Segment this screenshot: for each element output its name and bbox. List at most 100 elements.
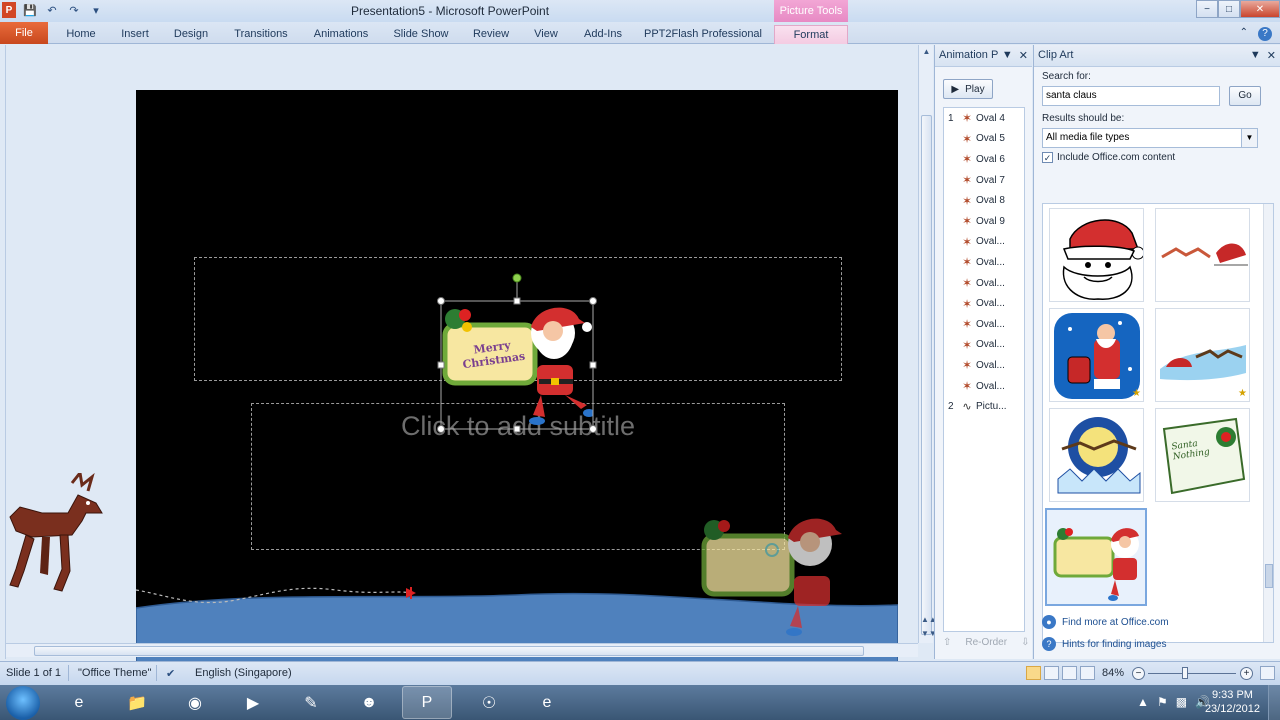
tray-show-hidden-icon[interactable]: ▲ bbox=[1137, 695, 1149, 709]
minimize-button[interactable]: − bbox=[1196, 0, 1218, 18]
move-down-icon[interactable]: ⇩ bbox=[1021, 637, 1029, 648]
taskbar: e 📁 ◉ ▶ ✎ ☻ P ☉ e ▲ ⚑ ▩ 🔊 9:33 PM 23/12/… bbox=[0, 685, 1280, 720]
motion-path-icon: ∿ bbox=[962, 401, 972, 414]
network-icon[interactable]: ▩ bbox=[1176, 695, 1187, 709]
pane-menu-icon[interactable]: ▼ bbox=[1250, 49, 1261, 62]
file-explorer-icon[interactable]: 📁 bbox=[112, 686, 162, 719]
vertical-scroll-thumb[interactable] bbox=[921, 115, 932, 635]
tab-transitions[interactable]: Transitions bbox=[226, 25, 296, 44]
horizontal-scrollbar[interactable] bbox=[6, 643, 918, 657]
clip-result[interactable]: Santa Nothing bbox=[1155, 408, 1250, 502]
horizontal-scroll-thumb[interactable] bbox=[34, 646, 864, 656]
animation-item[interactable]: ✶ Oval 9 bbox=[944, 211, 1024, 232]
tab-view[interactable]: View bbox=[526, 25, 566, 44]
video-app-icon[interactable]: ☉ bbox=[464, 686, 514, 719]
animation-item[interactable]: 2 ∿ Pictu... bbox=[944, 396, 1024, 417]
pane-close-icon[interactable]: ✕ bbox=[1267, 49, 1276, 62]
animation-item[interactable]: ✶ Oval... bbox=[944, 335, 1024, 356]
clip-result[interactable] bbox=[1049, 408, 1144, 502]
animation-item[interactable]: ✶ Oval... bbox=[944, 314, 1024, 335]
ribbon-expand-icon[interactable]: ⌃ bbox=[1240, 27, 1248, 41]
include-office-row[interactable]: ✓ Include Office.com content bbox=[1042, 152, 1175, 163]
slide-show-view-icon[interactable] bbox=[1080, 666, 1095, 680]
move-up-icon[interactable]: ⇧ bbox=[943, 637, 951, 648]
tool-app-icon[interactable]: ✎ bbox=[286, 686, 336, 719]
next-slide-icon[interactable]: ▼▼ bbox=[921, 629, 937, 638]
close-button[interactable]: ✕ bbox=[1240, 0, 1280, 18]
vertical-scrollbar[interactable]: ▲ ▲▲ ▼▼ bbox=[918, 45, 937, 643]
tab-add-ins[interactable]: Add-Ins bbox=[578, 25, 628, 44]
pane-close-icon[interactable]: ✕ bbox=[1019, 49, 1028, 62]
clip-result[interactable] bbox=[1155, 208, 1250, 302]
clip-art-title: Clip Art bbox=[1038, 49, 1074, 61]
tab-review[interactable]: Review bbox=[466, 25, 516, 44]
reindeer-image[interactable] bbox=[2, 473, 114, 597]
tab-design[interactable]: Design bbox=[168, 25, 214, 44]
search-input[interactable]: santa claus bbox=[1042, 86, 1220, 106]
play-button[interactable]: ▶ Play bbox=[943, 79, 993, 99]
animation-item[interactable]: ✶ Oval... bbox=[944, 376, 1024, 397]
animation-item[interactable]: ✶ Oval... bbox=[944, 232, 1024, 253]
spellcheck-icon[interactable]: ✔ bbox=[166, 667, 175, 680]
previous-slide-icon[interactable]: ▲▲ bbox=[921, 615, 937, 624]
pane-menu-icon[interactable]: ▼ bbox=[1002, 49, 1013, 62]
zoom-level[interactable]: 84% bbox=[1102, 667, 1124, 679]
messenger-icon[interactable]: ☻ bbox=[344, 686, 394, 719]
dropdown-arrow-icon[interactable]: ▼ bbox=[1241, 129, 1257, 147]
firefox-icon[interactable]: ◉ bbox=[170, 686, 220, 719]
zoom-out-icon[interactable]: − bbox=[1132, 667, 1145, 680]
star-effect-icon: ✶ bbox=[961, 111, 973, 126]
find-more-link[interactable]: ● Find more at Office.com bbox=[1042, 615, 1169, 629]
include-office-checkbox[interactable]: ✓ bbox=[1042, 152, 1053, 163]
animation-item[interactable]: ✶ Oval 7 bbox=[944, 170, 1024, 191]
clip-result-selected[interactable] bbox=[1045, 508, 1147, 606]
start-button[interactable] bbox=[6, 686, 40, 720]
theme-indicator[interactable]: "Office Theme" bbox=[78, 667, 151, 679]
zoom-slider-thumb[interactable] bbox=[1182, 667, 1188, 679]
hints-link[interactable]: ? Hints for finding images bbox=[1042, 637, 1167, 651]
powerpoint-taskbar-icon[interactable]: P bbox=[402, 686, 452, 719]
animation-item-label: Oval... bbox=[976, 236, 1005, 248]
fit-to-window-icon[interactable] bbox=[1260, 666, 1275, 680]
hints-label: Hints for finding images bbox=[1062, 638, 1167, 650]
scroll-up-icon[interactable]: ▲ bbox=[921, 47, 932, 56]
media-type-select[interactable]: All media file types ▼ bbox=[1042, 128, 1258, 148]
animation-item[interactable]: ✶ Oval... bbox=[944, 252, 1024, 273]
animation-item[interactable]: ✶ Oval 5 bbox=[944, 129, 1024, 150]
results-scrollbar[interactable] bbox=[1263, 204, 1273, 642]
tab-home[interactable]: Home bbox=[60, 25, 102, 44]
internet-explorer-2-icon[interactable]: e bbox=[522, 686, 572, 719]
animation-item[interactable]: ✶ Oval... bbox=[944, 355, 1024, 376]
tab-slide-show[interactable]: Slide Show bbox=[388, 25, 454, 44]
tab-ppt2flash[interactable]: PPT2Flash Professional bbox=[640, 25, 766, 44]
tab-file[interactable]: File bbox=[0, 22, 48, 44]
maximize-button[interactable]: □ bbox=[1218, 0, 1240, 18]
help-icon[interactable]: ? bbox=[1258, 27, 1272, 41]
zoom-slider-track[interactable] bbox=[1148, 673, 1236, 674]
animation-item[interactable]: ✶ Oval 8 bbox=[944, 190, 1024, 211]
normal-view-icon[interactable] bbox=[1026, 666, 1041, 680]
clock[interactable]: 9:33 PM 23/12/2012 bbox=[1205, 688, 1260, 716]
animation-item[interactable]: ✶ Oval 6 bbox=[944, 149, 1024, 170]
go-button[interactable]: Go bbox=[1229, 86, 1261, 106]
reading-view-icon[interactable] bbox=[1062, 666, 1077, 680]
show-desktop-button[interactable] bbox=[1268, 685, 1280, 720]
language-indicator[interactable]: English (Singapore) bbox=[195, 667, 292, 679]
clip-result[interactable]: ★ bbox=[1049, 308, 1144, 402]
clip-result[interactable] bbox=[1049, 208, 1144, 302]
results-scroll-thumb[interactable] bbox=[1265, 564, 1273, 588]
animation-item[interactable]: ✶ Oval... bbox=[944, 273, 1024, 294]
clip-result[interactable]: ★ bbox=[1155, 308, 1250, 402]
internet-explorer-icon[interactable]: e bbox=[54, 686, 104, 719]
tab-insert[interactable]: Insert bbox=[114, 25, 156, 44]
find-more-label: Find more at Office.com bbox=[1062, 616, 1169, 628]
action-center-icon[interactable]: ⚑ bbox=[1157, 695, 1168, 709]
slide-canvas[interactable]: Click to add subtitle bbox=[136, 90, 898, 675]
slide-sorter-view-icon[interactable] bbox=[1044, 666, 1059, 680]
zoom-in-icon[interactable]: + bbox=[1240, 667, 1253, 680]
media-player-icon[interactable]: ▶ bbox=[228, 686, 278, 719]
animation-item[interactable]: 1 ✶ Oval 4 bbox=[944, 108, 1024, 129]
tab-animations[interactable]: Animations bbox=[306, 25, 376, 44]
animation-item[interactable]: ✶ Oval... bbox=[944, 293, 1024, 314]
tab-format[interactable]: Format bbox=[774, 25, 848, 44]
